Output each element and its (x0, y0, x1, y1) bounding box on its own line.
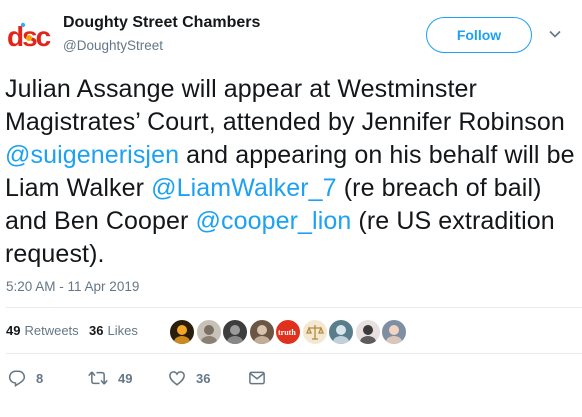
reply-button[interactable]: 8 (8, 369, 43, 387)
avatar-9[interactable] (380, 318, 408, 346)
avatar-5[interactable]: truth (274, 318, 302, 346)
mention-link[interactable]: @cooper_lion (196, 207, 352, 235)
like-icon (169, 371, 185, 386)
logo-icon[interactable]: dsc (6, 16, 52, 56)
likes-count: 36 (89, 323, 104, 338)
author-name[interactable]: Doughty Street Chambers (63, 14, 260, 32)
retweets-count: 49 (6, 323, 21, 338)
retweets-label: Retweets (24, 323, 79, 338)
tweet-header: dsc Doughty Street Chambers @DoughtyStre… (0, 0, 582, 70)
avatar-logo-text: truth (278, 328, 296, 337)
retweet-count: 49 (118, 370, 133, 386)
direct-message-button[interactable] (248, 369, 266, 387)
retweets-stat[interactable]: 49 Retweets (6, 323, 79, 338)
follow-button[interactable]: Follow (426, 17, 532, 53)
author-handle[interactable]: @DoughtyStreet (63, 38, 163, 53)
avatar-6[interactable] (300, 318, 329, 346)
tweet-text-part: Julian Assange will appear at Westminste… (5, 75, 565, 136)
divider (6, 307, 582, 308)
tweet-actions: 8 49 36 (0, 363, 582, 399)
retweet-button[interactable]: 49 (88, 369, 132, 387)
avatar-7[interactable] (327, 318, 355, 346)
avatar-4[interactable] (247, 318, 276, 346)
message-icon (249, 371, 265, 385)
mention-link[interactable]: @LiamWalker_7 (151, 174, 337, 202)
mention-link[interactable]: @suigenerisjen (5, 141, 179, 169)
like-count: 36 (196, 370, 211, 386)
tweet-timestamp[interactable]: 5:20 AM - 11 Apr 2019 (6, 279, 139, 294)
divider (6, 353, 582, 354)
tweet-text: Julian Assange will appear at Westminste… (5, 73, 575, 271)
retweet-icon (88, 371, 108, 385)
likes-stat[interactable]: 36 Likes (89, 323, 138, 338)
reply-count: 8 (36, 370, 44, 386)
avatar-3[interactable] (221, 318, 249, 346)
reply-icon (8, 370, 26, 387)
likes-label: Likes (107, 323, 138, 338)
avatar-1[interactable] (168, 318, 196, 346)
avatar-8[interactable] (353, 318, 382, 346)
tweet-stats: 49 Retweets 36 Likes truth (6, 313, 576, 353)
chevron-down-icon[interactable] (548, 27, 562, 41)
like-button[interactable]: 36 (168, 369, 210, 387)
avatar-2[interactable] (194, 318, 223, 346)
